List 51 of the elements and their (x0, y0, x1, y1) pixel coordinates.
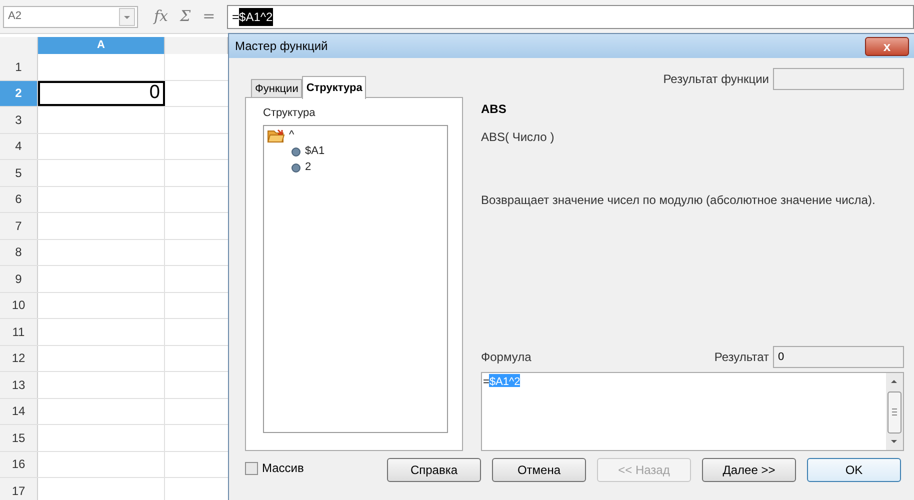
window-title: Мастер функций (235, 38, 328, 55)
row-header[interactable]: 4 (0, 134, 38, 159)
tree-item[interactable]: ^ (289, 127, 294, 144)
dialog-button[interactable]: Далее >> (702, 458, 796, 482)
formula-input[interactable]: =$A1^2 (227, 4, 914, 28)
row-header[interactable]: 14 (0, 398, 38, 424)
function-name: ABS (481, 101, 508, 118)
field-label: Результат функции (663, 71, 769, 88)
row-header[interactable]: 1 (0, 54, 38, 80)
selected-formula-text: $A1^2 (239, 8, 273, 26)
column-header[interactable] (165, 37, 228, 54)
formula-prefix: = (483, 375, 490, 387)
function-description: Возвращает значение чисел по модулю (абсолютное значение числа). (481, 192, 876, 209)
row-header[interactable]: 5 (0, 160, 38, 186)
array-checkbox[interactable]: Массив (245, 459, 383, 477)
name-box[interactable]: A2 (3, 6, 138, 28)
folder-icon (267, 128, 285, 142)
bullet-icon (291, 162, 301, 172)
selected-formula-text: $A1^2 (489, 374, 520, 387)
scrollbar-drawing[interactable] (886, 373, 903, 450)
row-header[interactable]: 6 (0, 186, 38, 212)
tab[interactable]: Структура (302, 76, 366, 99)
dialog-button[interactable]: Справка (387, 458, 481, 482)
dialog-button[interactable]: Отмена (492, 458, 586, 482)
row-header[interactable]: 16 (0, 452, 38, 477)
function-signature: ABS( Число ) (481, 129, 556, 146)
row-header[interactable]: 3 (0, 107, 38, 132)
cell-reference: A2 (8, 9, 22, 24)
row-header[interactable]: 9 (0, 266, 38, 292)
field-label: Формула (481, 349, 532, 366)
bullet-icon (291, 146, 301, 156)
dialog-button[interactable]: OK (807, 458, 901, 482)
row-header[interactable]: 17 (0, 478, 38, 500)
result-field: 0 (773, 346, 904, 368)
sheet-cell[interactable]: 0 (38, 80, 165, 106)
structure-tree[interactable]: ^ $A1 2 (263, 124, 448, 432)
row-header[interactable]: 13 (0, 372, 38, 398)
row-header[interactable]: 11 (0, 319, 38, 344)
row-header[interactable]: 7 (0, 213, 38, 238)
formula-editor[interactable]: =$A1^2 (481, 372, 904, 451)
select-all-corner[interactable] (0, 37, 38, 54)
field-label: Результат (714, 349, 769, 366)
tree-item[interactable]: 2 (305, 159, 312, 176)
row-header[interactable]: 10 (0, 292, 38, 318)
row-header[interactable]: 12 (0, 346, 38, 371)
formula-prefix: = (232, 8, 240, 26)
tab[interactable]: Функции (251, 79, 302, 98)
tree-item[interactable]: $A1 (305, 143, 325, 160)
row-header[interactable]: 15 (0, 425, 38, 450)
section-label: Структура (263, 106, 316, 121)
row-header[interactable]: 8 (0, 240, 38, 265)
